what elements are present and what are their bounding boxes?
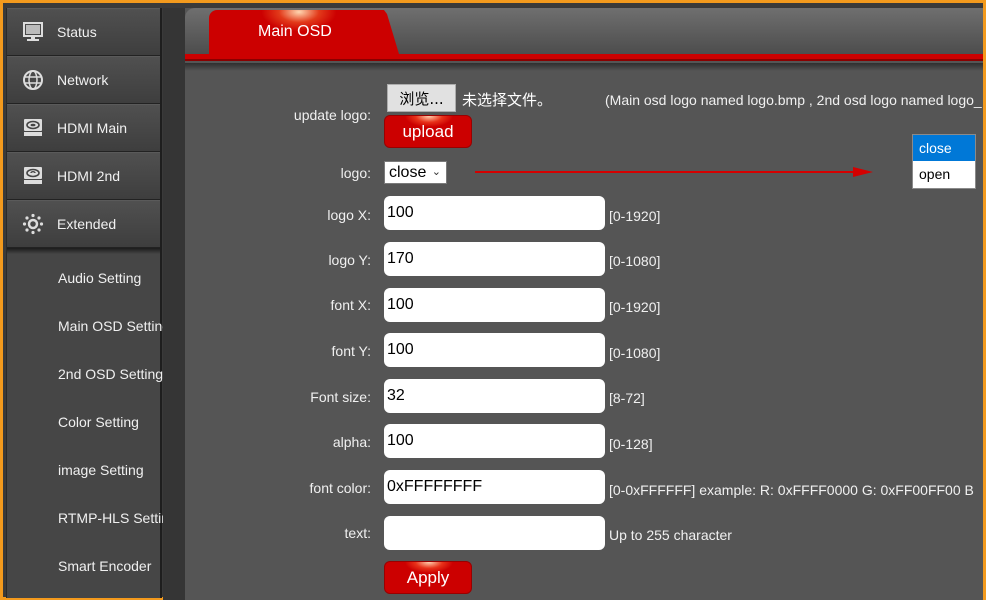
logo-filename-note: (Main osd logo named logo.bmp , 2nd osd … — [605, 92, 982, 108]
sidebar-item-label: HDMI Main — [57, 120, 128, 136]
font-color-hint: [0-0xFFFFFF] example: R: 0xFFFF0000 G: 0… — [609, 482, 974, 498]
layout-gutter — [163, 8, 185, 600]
font-size-range: [8-72] — [609, 390, 645, 406]
sidebar-item-extended[interactable]: Extended — [7, 200, 160, 248]
sidebar-item-hdmi-main[interactable]: HDMI Main — [7, 104, 160, 152]
logo-dropdown-list: close open — [912, 134, 976, 189]
logo-select-value: close — [389, 163, 427, 181]
alpha-range: [0-128] — [609, 436, 653, 452]
sidebar-item-network[interactable]: Network — [7, 56, 160, 104]
sidebar-subitem-image-setting[interactable]: image Setting — [7, 446, 160, 494]
font-x-label: font X: — [330, 297, 371, 313]
logo-y-input[interactable] — [384, 242, 605, 276]
sidebar-subitem-rtmp-hls-setting[interactable]: RTMP-HLS Setting — [7, 494, 177, 542]
sidebar-item-hdmi-2nd[interactable]: HDMI 2nd — [7, 152, 160, 200]
sidebar-item-label: Status — [57, 24, 97, 40]
font-x-input[interactable] — [384, 288, 605, 322]
hdmi-device-icon — [20, 163, 46, 189]
sidebar-item-status[interactable]: Status — [7, 8, 160, 56]
alpha-label: alpha: — [332, 434, 371, 450]
font-color-input[interactable] — [384, 470, 605, 504]
text-hint: Up to 255 character — [609, 527, 732, 543]
hdmi-device-icon — [20, 115, 46, 141]
logo-select[interactable]: close ⌄ — [384, 161, 447, 184]
font-y-label: font Y: — [331, 343, 371, 359]
tab-main-osd[interactable]: Main OSD — [209, 10, 399, 54]
font-y-range: [0-1080] — [609, 345, 661, 361]
font-color-label: font color: — [309, 480, 371, 496]
tab-label: Main OSD — [258, 23, 332, 40]
logo-x-range: [0-1920] — [609, 208, 661, 224]
font-y-input[interactable] — [384, 333, 605, 367]
apply-button[interactable]: Apply — [384, 561, 472, 594]
font-x-range: [0-1920] — [609, 299, 661, 315]
sidebar: Status Network HDMI Main HDMI 2nd Extend… — [6, 8, 177, 598]
sidebar-item-label: HDMI 2nd — [57, 168, 121, 184]
logo-y-label: logo Y: — [328, 252, 371, 268]
gear-icon — [20, 211, 46, 237]
sidebar-subitem-2nd-osd-setting[interactable]: 2nd OSD Setting — [7, 350, 163, 398]
sidebar-item-label: Extended — [57, 216, 117, 232]
no-file-selected-text: 未选择文件。 — [462, 91, 553, 109]
logo-label: logo: — [340, 165, 371, 181]
text-label: text: — [344, 525, 371, 541]
logo-x-label: logo X: — [327, 207, 371, 223]
dropdown-option-open[interactable]: open — [913, 161, 975, 187]
font-size-input[interactable] — [384, 379, 605, 413]
browse-file-button[interactable]: 浏览... — [387, 84, 456, 112]
tab-shadow — [185, 63, 986, 71]
dropdown-option-close[interactable]: close — [913, 135, 975, 161]
upload-button[interactable]: upload — [384, 115, 472, 148]
globe-icon — [20, 67, 46, 93]
sidebar-item-label: Network — [57, 72, 109, 88]
main-panel: Main OSD update logo: 浏览... 未选择文件。 (Main… — [185, 8, 986, 600]
annotation-arrow — [475, 167, 873, 177]
sidebar-subitem-smart-encoder[interactable]: Smart Encoder — [7, 542, 160, 590]
chevron-down-icon: ⌄ — [431, 166, 441, 178]
logo-x-input[interactable] — [384, 196, 605, 230]
text-input[interactable] — [384, 516, 605, 550]
logo-y-range: [0-1080] — [609, 253, 661, 269]
monitor-icon — [20, 19, 46, 45]
sidebar-subitem-main-osd-setting[interactable]: Main OSD Setting — [7, 302, 170, 350]
alpha-input[interactable] — [384, 424, 605, 458]
sidebar-subitem-color-setting[interactable]: Color Setting — [7, 398, 160, 446]
font-size-label: Font size: — [310, 389, 371, 405]
sidebar-subitem-audio-setting[interactable]: Audio Setting — [7, 254, 160, 302]
update-logo-label: update logo: — [293, 107, 371, 123]
tab-bar: Main OSD — [185, 8, 986, 54]
tab-underline — [185, 54, 986, 61]
